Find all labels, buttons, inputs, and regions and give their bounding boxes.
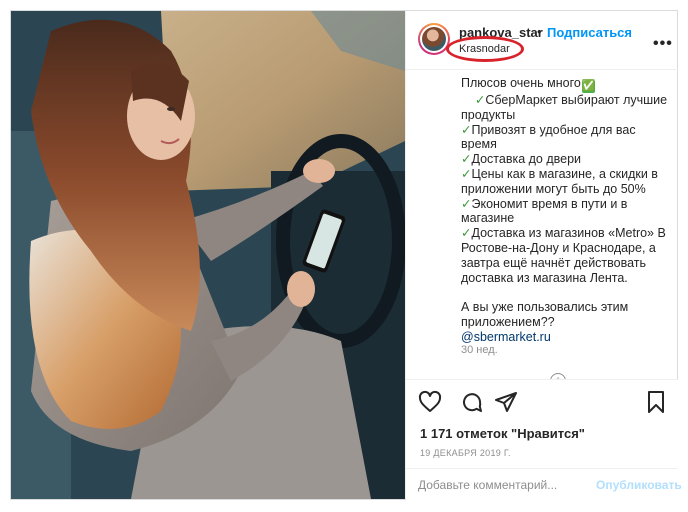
post-photo-illustration xyxy=(11,11,405,499)
comment-input[interactable] xyxy=(418,476,588,494)
caption-line: ✓Доставка из магазинов «Metro» В xyxy=(461,226,666,241)
caption-line: приложением?? xyxy=(461,314,555,329)
share-icon[interactable] xyxy=(494,390,518,414)
post-header: pankova_star • Подписаться Krasnodar ••• xyxy=(406,11,678,70)
caption-line: доставка из магазина Лента. xyxy=(461,270,628,285)
caption-line: ✓Экономит время в пути и в xyxy=(461,196,628,211)
caption-line: Плюсов очень много✅ xyxy=(461,76,596,93)
caption-line: продукты xyxy=(461,107,516,122)
avatar-image xyxy=(422,27,446,51)
caption-blank-line xyxy=(461,285,671,300)
caption-line: магазине xyxy=(461,211,515,226)
post-frame: pankova_star • Подписаться Krasnodar •••… xyxy=(10,10,682,501)
caption-time-ago: 30 нед. xyxy=(461,344,498,356)
heart-icon[interactable] xyxy=(418,390,442,414)
avatar-ring xyxy=(420,25,448,53)
check-icon: ✓ xyxy=(461,166,472,181)
comment-bar: Опубликовать xyxy=(406,468,682,501)
publish-button[interactable]: Опубликовать xyxy=(596,478,682,492)
post-photo[interactable] xyxy=(11,11,405,499)
likes-count[interactable]: 1 171 отметок "Нравится" xyxy=(420,426,585,441)
caption-line: ✓Привозят в удобное для вас время xyxy=(461,122,636,152)
post-actions: 1 171 отметок "Нравится" 19 ДЕКАБРЯ 2019… xyxy=(406,379,682,501)
follow-button[interactable]: Подписаться xyxy=(547,25,632,40)
check-icon: ✓ xyxy=(461,226,472,241)
check-icon: ✓ xyxy=(461,152,472,167)
post-details-panel: pankova_star • Подписаться Krasnodar •••… xyxy=(405,11,682,501)
separator-dot: • xyxy=(537,24,542,39)
check-icon: ✓ xyxy=(461,196,472,211)
check-icon: ✓ xyxy=(461,122,472,137)
caption-line: ✓Доставка до двери xyxy=(461,152,582,167)
location-link[interactable]: Krasnodar xyxy=(459,43,510,55)
caption-line: завтра ещё начнёт действовать xyxy=(461,255,647,270)
comment-icon[interactable] xyxy=(460,390,484,414)
post-date: 19 ДЕКАБРЯ 2019 Г. xyxy=(420,448,511,458)
caption-line: @sbermarket.ru xyxy=(461,330,671,345)
caption-line: ✓СберМаркет выбирают лучшие xyxy=(461,93,668,107)
mention-link[interactable]: @sbermarket.ru xyxy=(461,330,551,344)
caption-line: ✓Цены как в магазине, а скидки в xyxy=(461,166,658,181)
more-options-icon[interactable]: ••• xyxy=(653,35,673,53)
check-icon: ✓ xyxy=(461,93,486,107)
caption-line: приложении могут быть до 50% xyxy=(461,181,646,196)
post-caption: Плюсов очень много✅ ✓СберМаркет выбирают… xyxy=(461,76,671,345)
bookmark-icon[interactable] xyxy=(644,390,668,414)
caption-line: А вы уже пользовались этим xyxy=(461,300,629,315)
check-mark-icon: ✅ xyxy=(581,80,596,93)
caption-line: Ростове-на-Дону и Краснодаре, а xyxy=(461,240,656,255)
